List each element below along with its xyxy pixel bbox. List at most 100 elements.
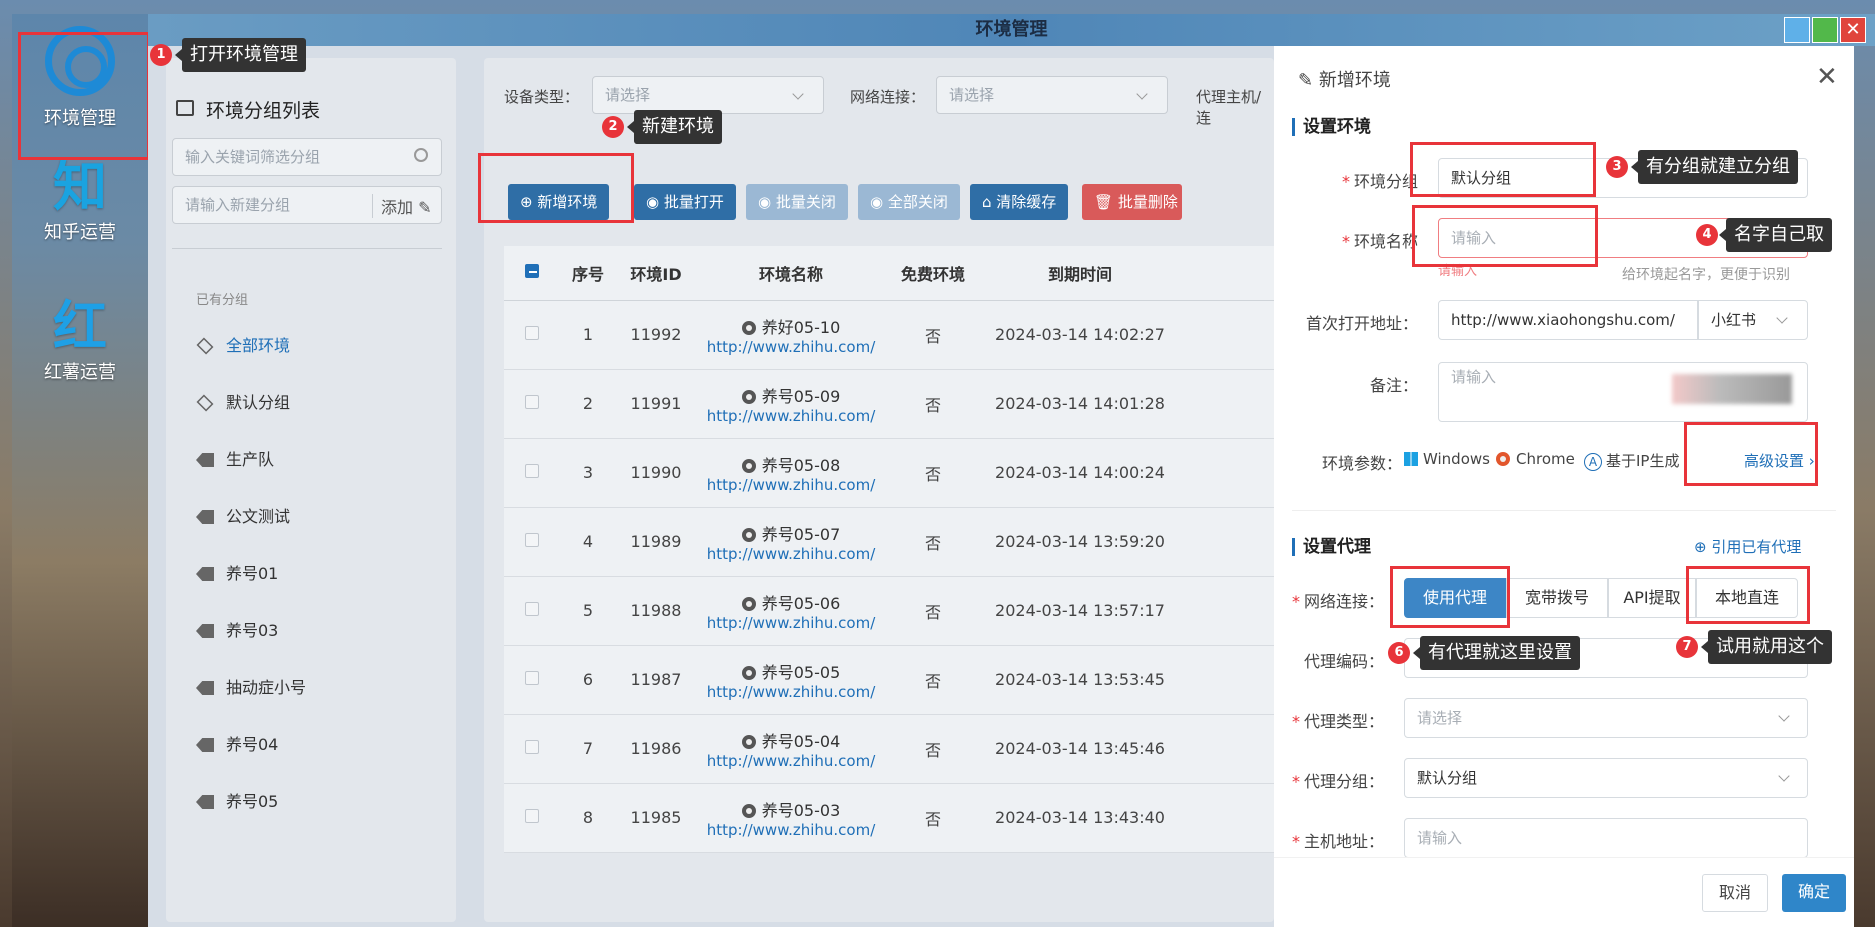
- row-checkbox[interactable]: [525, 809, 539, 823]
- layers-icon: [196, 337, 214, 355]
- row-checkbox[interactable]: [525, 602, 539, 616]
- host-label: * 主机地址：: [1291, 832, 1384, 851]
- row-id[interactable]: 11991: [616, 369, 696, 439]
- proxy-type-select[interactable]: 请选择: [1404, 698, 1808, 738]
- group-item[interactable]: 养号05: [196, 788, 278, 812]
- name-field-label: * 环境名称: [1341, 232, 1418, 251]
- table-row[interactable]: 1 11992 养好05-10 http://www.zhihu.com/ 否 2…: [504, 300, 1274, 370]
- batch-delete-button[interactable]: 🗑 批量删除: [1082, 184, 1182, 220]
- table-row[interactable]: 4 11989 养号05-07 http://www.zhihu.com/ 否 2…: [504, 507, 1274, 577]
- row-checkbox[interactable]: [525, 671, 539, 685]
- row-id[interactable]: 11985: [616, 783, 696, 853]
- folder-icon: [176, 100, 194, 116]
- device-type-select[interactable]: 请选择: [592, 76, 824, 114]
- clear-cache-button[interactable]: ⌂ 清除缓存: [970, 184, 1069, 220]
- row-expire: 2024-03-14 14:01:28: [980, 369, 1180, 439]
- env-table: 序号 环境ID 环境名称 免费环境 到期时间 1 11992 养好05-10 ht…: [504, 246, 1274, 853]
- note-field-label: 备注：: [1369, 376, 1418, 395]
- row-url[interactable]: http://www.zhihu.com/: [696, 338, 886, 356]
- row-free: 否: [886, 645, 980, 715]
- add-group-button[interactable]: 添加 ✎: [372, 194, 432, 218]
- group-item[interactable]: 全部环境: [196, 332, 290, 356]
- row-no: 4: [560, 507, 616, 577]
- row-url[interactable]: http://www.zhihu.com/: [696, 407, 886, 425]
- row-checkbox[interactable]: [525, 326, 539, 340]
- tag-icon: [196, 453, 214, 467]
- row-name: 养号05-06: [696, 590, 886, 614]
- callout-tip: 试用就用这个: [1701, 630, 1832, 664]
- row-checkbox[interactable]: [525, 533, 539, 547]
- url-site-select[interactable]: 小红书: [1698, 300, 1808, 340]
- minimize-button[interactable]: [1784, 17, 1810, 43]
- tag-icon: [196, 624, 214, 638]
- proxy-group-label: * 代理分组：: [1291, 772, 1384, 791]
- tag-icon: [196, 681, 214, 695]
- header-cell: 免费环境: [886, 246, 980, 301]
- row-overflow: [1180, 369, 1274, 439]
- callout-badge: 1: [150, 44, 172, 66]
- group-item[interactable]: 养号04: [196, 731, 278, 755]
- table-row[interactable]: 5 11988 养号05-06 http://www.zhihu.com/ 否 2…: [504, 576, 1274, 646]
- row-id[interactable]: 11986: [616, 714, 696, 784]
- network-option-broadband[interactable]: 宽带拨号: [1506, 578, 1608, 618]
- group-item[interactable]: 默认分组: [196, 389, 290, 413]
- auto-icon: A: [1584, 453, 1602, 471]
- group-item[interactable]: 抽动症小号: [196, 674, 306, 698]
- row-id[interactable]: 11987: [616, 645, 696, 715]
- table-row[interactable]: 6 11987 养号05-05 http://www.zhihu.com/ 否 2…: [504, 645, 1274, 715]
- row-free: 否: [886, 783, 980, 853]
- network-option-api[interactable]: API提取: [1608, 578, 1696, 618]
- select-all-checkbox[interactable]: [525, 264, 539, 279]
- table-row[interactable]: 2 11991 养号05-09 http://www.zhihu.com/ 否 2…: [504, 369, 1274, 439]
- row-url[interactable]: http://www.zhihu.com/: [696, 821, 886, 839]
- group-filter-input[interactable]: 输入关键词筛选分组: [172, 138, 442, 176]
- main-area: 环境分组列表 输入关键词筛选分组 请输入新建分组 添加 ✎ 已有分组 全部环境 …: [148, 46, 1274, 927]
- row-url[interactable]: http://www.zhihu.com/: [696, 545, 886, 563]
- row-overflow: [1180, 507, 1274, 577]
- maximize-button[interactable]: [1812, 17, 1838, 43]
- param-os-text: Windows: [1423, 450, 1490, 468]
- first-url-input[interactable]: http://www.xiaohongshu.com/: [1438, 300, 1698, 340]
- group-item[interactable]: 生产队: [196, 446, 274, 470]
- table-row[interactable]: 8 11985 养号05-03 http://www.zhihu.com/ 否 2…: [504, 783, 1274, 853]
- layers-icon: [196, 394, 214, 412]
- callout-badge: 6: [1388, 642, 1410, 664]
- row-url[interactable]: http://www.zhihu.com/: [696, 683, 886, 701]
- cite-proxy-link[interactable]: ⊕ 引用已有代理: [1694, 536, 1801, 557]
- row-checkbox[interactable]: [525, 464, 539, 478]
- highlight-box: [18, 32, 150, 160]
- row-checkbox[interactable]: [525, 740, 539, 754]
- row-url[interactable]: http://www.zhihu.com/: [696, 476, 886, 494]
- rail-item-zhihu[interactable]: 知 知乎运营: [12, 154, 148, 244]
- close-icon[interactable]: ✕: [1816, 62, 1838, 92]
- row-url[interactable]: http://www.zhihu.com/: [696, 752, 886, 770]
- row-id[interactable]: 11989: [616, 507, 696, 577]
- table-row[interactable]: 3 11990 养号05-08 http://www.zhihu.com/ 否 2…: [504, 438, 1274, 508]
- group-item[interactable]: 公文测试: [196, 503, 290, 527]
- batch-close-button[interactable]: ◉ 批量关闭: [746, 184, 848, 220]
- name-label-text: 环境名称: [1353, 232, 1418, 251]
- close-all-button[interactable]: ◉ 全部关闭: [858, 184, 960, 220]
- confirm-button[interactable]: 确定: [1782, 874, 1847, 912]
- row-checkbox[interactable]: [525, 395, 539, 409]
- header-select-all[interactable]: [504, 246, 560, 301]
- group-item[interactable]: 养号03: [196, 617, 278, 641]
- group-item[interactable]: 养号01: [196, 560, 278, 584]
- network-label: 网络连接：: [850, 88, 926, 106]
- row-url[interactable]: http://www.zhihu.com/: [696, 614, 886, 632]
- param-os: Windows: [1404, 450, 1490, 468]
- table-row[interactable]: 7 11986 养号05-04 http://www.zhihu.com/ 否 2…: [504, 714, 1274, 784]
- batch-open-label: 批量打开: [663, 193, 724, 211]
- row-id[interactable]: 11992: [616, 300, 696, 370]
- close-window-button[interactable]: ✕: [1840, 17, 1866, 43]
- group-panel-title: 环境分组列表: [206, 100, 321, 122]
- row-id[interactable]: 11990: [616, 438, 696, 508]
- rail-item-xiaohongshu[interactable]: 红 红薯运营: [12, 294, 148, 384]
- cancel-button[interactable]: 取消: [1702, 874, 1769, 912]
- host-input[interactable]: 请输入: [1404, 818, 1808, 858]
- row-id[interactable]: 11988: [616, 576, 696, 646]
- window-title: 环境管理: [975, 19, 1048, 40]
- batch-open-button[interactable]: ◉ 批量打开: [634, 184, 736, 220]
- network-select[interactable]: 请选择: [936, 76, 1168, 114]
- proxy-group-select[interactable]: 默认分组: [1404, 758, 1808, 798]
